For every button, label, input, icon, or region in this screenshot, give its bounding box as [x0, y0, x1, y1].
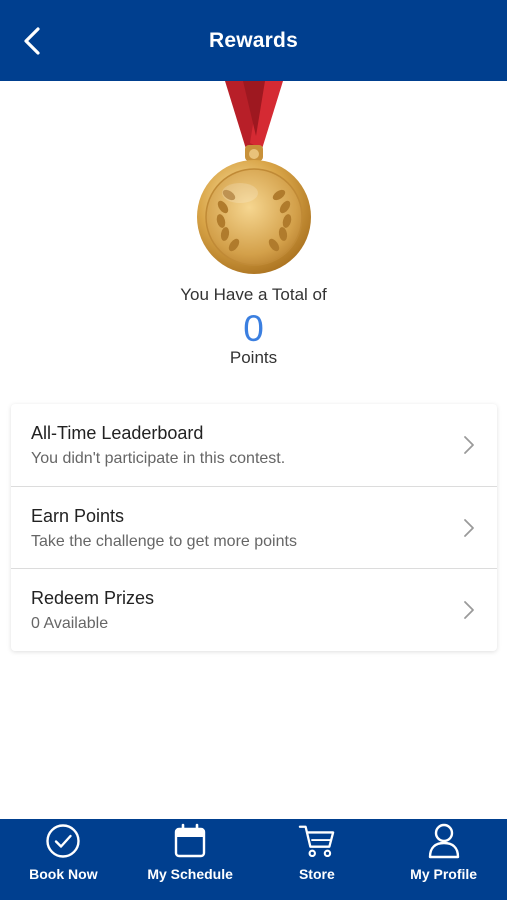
- leaderboard-subtitle: You didn't participate in this contest.: [31, 450, 286, 467]
- redeem-prizes-title: Redeem Prizes: [31, 588, 155, 608]
- earn-points-row[interactable]: Earn Points Take the challenge to get mo…: [11, 486, 497, 568]
- chevron-right-icon: [464, 519, 474, 537]
- earn-points-title: Earn Points: [31, 506, 125, 526]
- tab-label: My Profile: [410, 866, 478, 882]
- calendar-icon: [171, 822, 209, 860]
- leaderboard-row[interactable]: All-Time Leaderboard You didn't particip…: [11, 404, 497, 486]
- redeem-prizes-subtitle: 0 Available: [31, 615, 109, 632]
- chevron-right-icon: [464, 601, 474, 619]
- tab-label: Store: [298, 866, 335, 882]
- leaderboard-title: All-Time Leaderboard: [31, 423, 204, 443]
- check-circle-icon: [44, 822, 82, 860]
- tab-my-profile[interactable]: My Profile: [380, 819, 507, 900]
- tab-book-now[interactable]: Book Now: [0, 819, 127, 900]
- gold-medal-icon: [188, 81, 320, 277]
- app-header: Rewards: [0, 0, 507, 81]
- chevron-left-icon: [24, 27, 40, 55]
- redeem-prizes-row[interactable]: Redeem Prizes 0 Available: [11, 568, 497, 650]
- earn-points-subtitle: Take the challenge to get more points: [31, 533, 297, 550]
- cart-icon: [298, 822, 336, 860]
- total-points-caption: You Have a Total of: [180, 285, 327, 304]
- tab-label: My Schedule: [147, 866, 233, 882]
- tab-my-schedule[interactable]: My Schedule: [127, 819, 254, 900]
- page-title: Rewards: [209, 28, 298, 52]
- points-value: 0: [243, 308, 264, 349]
- points-label: Points: [229, 348, 278, 367]
- tab-label: Book Now: [29, 866, 98, 882]
- rewards-menu-card: All-Time Leaderboard You didn't particip…: [11, 404, 497, 651]
- user-icon: [425, 822, 463, 860]
- back-button[interactable]: [14, 22, 50, 60]
- chevron-right-icon: [464, 436, 474, 454]
- bottom-tab-bar: Book Now My Schedule Store My Profile: [0, 819, 507, 900]
- tab-store[interactable]: Store: [254, 819, 381, 900]
